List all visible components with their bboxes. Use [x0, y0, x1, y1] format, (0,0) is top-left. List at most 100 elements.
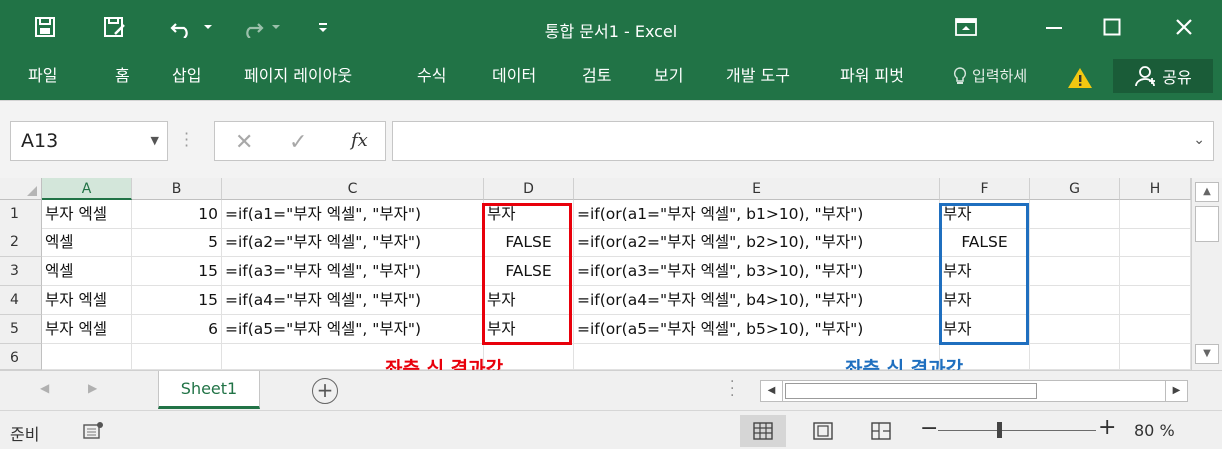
- row-header-5[interactable]: 5: [0, 315, 42, 344]
- cell-a1[interactable]: 부자 엑셀: [42, 200, 132, 229]
- zoom-slider[interactable]: [938, 430, 1096, 431]
- chevron-down-icon[interactable]: ▼: [151, 122, 159, 160]
- row-header-2[interactable]: 2: [0, 228, 42, 257]
- cell-h4[interactable]: [1120, 286, 1191, 315]
- cell-h6[interactable]: [1120, 344, 1191, 370]
- cell-b4[interactable]: 15: [132, 286, 222, 315]
- cell-d5[interactable]: 부자: [484, 315, 574, 344]
- tab-review[interactable]: 검토: [582, 60, 611, 92]
- tell-me-search[interactable]: 입력하세: [952, 60, 1027, 92]
- column-header-b[interactable]: B: [132, 178, 222, 200]
- cell-f2[interactable]: FALSE: [940, 228, 1030, 257]
- cell-d4[interactable]: 부자: [484, 286, 574, 315]
- zoom-in-button[interactable]: +: [1098, 415, 1116, 440]
- cell-h3[interactable]: [1120, 257, 1191, 286]
- scroll-up-icon[interactable]: ▲: [1195, 182, 1219, 202]
- cell-c2[interactable]: =if(a2="부자 엑셀", "부자"): [222, 228, 484, 257]
- close-icon[interactable]: [1164, 10, 1204, 44]
- cell-a5[interactable]: 부자 엑셀: [42, 315, 132, 344]
- cell-b1[interactable]: 10: [132, 200, 222, 229]
- cell-a3[interactable]: 엑셀: [42, 257, 132, 286]
- cell-f3[interactable]: 부자: [940, 257, 1030, 286]
- row-header-1[interactable]: 1: [0, 200, 42, 229]
- cell-h2[interactable]: [1120, 228, 1191, 257]
- column-header-a[interactable]: A: [42, 178, 132, 200]
- cell-f4[interactable]: 부자: [940, 286, 1030, 315]
- minimize-icon[interactable]: [1034, 10, 1074, 44]
- scroll-down-icon[interactable]: ▼: [1195, 344, 1219, 364]
- cell-a4[interactable]: 부자 엑셀: [42, 286, 132, 315]
- tab-insert[interactable]: 삽입: [172, 60, 201, 92]
- cancel-icon[interactable]: ✕: [235, 130, 253, 155]
- cell-b2[interactable]: 5: [132, 228, 222, 257]
- row-header-4[interactable]: 4: [0, 286, 42, 315]
- macro-recording-icon[interactable]: [82, 421, 104, 441]
- cell-f5[interactable]: 부자: [940, 315, 1030, 344]
- cell-g4[interactable]: [1030, 286, 1120, 315]
- cell-e2[interactable]: =if(or(a2="부자 엑셀", b2>10), "부자"): [574, 228, 940, 257]
- cell-g5[interactable]: [1030, 315, 1120, 344]
- cell-c3[interactable]: =if(a3="부자 엑셀", "부자"): [222, 257, 484, 286]
- cell-b5[interactable]: 6: [132, 315, 222, 344]
- cell-b6[interactable]: [132, 344, 222, 370]
- scroll-thumb[interactable]: [1195, 206, 1219, 242]
- row-header-6[interactable]: 6: [0, 344, 42, 370]
- column-header-d[interactable]: D: [484, 178, 574, 200]
- cell-c4[interactable]: =if(a4="부자 엑셀", "부자"): [222, 286, 484, 315]
- page-break-preview-icon[interactable]: [858, 415, 904, 447]
- tab-data[interactable]: 데이터: [492, 60, 536, 92]
- horizontal-scrollbar[interactable]: ◀ ▶: [760, 380, 1188, 402]
- enter-icon[interactable]: ✓: [289, 130, 307, 155]
- cell-h5[interactable]: [1120, 315, 1191, 344]
- tab-home[interactable]: 홈: [115, 60, 130, 92]
- maximize-icon[interactable]: [1092, 10, 1132, 44]
- normal-view-icon[interactable]: [740, 415, 786, 447]
- cell-g6[interactable]: [1030, 344, 1120, 370]
- cell-e4[interactable]: =if(or(a4="부자 엑셀", b4>10), "부자"): [574, 286, 940, 315]
- cell-e5[interactable]: =if(or(a5="부자 엑셀", b5>10), "부자"): [574, 315, 940, 344]
- zoom-slider-thumb[interactable]: [997, 422, 1003, 438]
- cell-e1[interactable]: =if(or(a1="부자 엑셀", b1>10), "부자"): [574, 200, 940, 229]
- vertical-scrollbar[interactable]: ▲ ▼: [1191, 178, 1222, 370]
- cell-d2[interactable]: FALSE: [484, 228, 574, 257]
- select-all-button[interactable]: [0, 178, 42, 200]
- column-header-f[interactable]: F: [940, 178, 1030, 200]
- column-header-e[interactable]: E: [574, 178, 940, 200]
- tab-formulas[interactable]: 수식: [417, 60, 446, 92]
- row-header-3[interactable]: 3: [0, 257, 42, 286]
- page-layout-view-icon[interactable]: [800, 415, 846, 447]
- scroll-tabs-right-icon[interactable]: ▶: [88, 381, 97, 395]
- share-button[interactable]: 공유: [1113, 59, 1213, 93]
- formula-input[interactable]: ⌄: [392, 121, 1214, 161]
- tab-file[interactable]: 파일: [28, 60, 57, 92]
- tab-view[interactable]: 보기: [654, 60, 683, 92]
- ribbon-display-options-icon[interactable]: [946, 10, 986, 44]
- cell-d1[interactable]: 부자: [484, 200, 574, 229]
- cell-h1[interactable]: [1120, 200, 1191, 229]
- column-header-g[interactable]: G: [1030, 178, 1120, 200]
- cell-d3[interactable]: FALSE: [484, 257, 574, 286]
- add-sheet-icon[interactable]: +: [312, 378, 338, 404]
- cell-c5[interactable]: =if(a5="부자 엑셀", "부자"): [222, 315, 484, 344]
- cell-a6[interactable]: [42, 344, 132, 370]
- warning-icon[interactable]: [1067, 66, 1095, 90]
- cell-c1[interactable]: =if(a1="부자 엑셀", "부자"): [222, 200, 484, 229]
- scroll-left-icon[interactable]: ◀: [761, 381, 783, 401]
- cell-e3[interactable]: =if(or(a3="부자 엑셀", b3>10), "부자"): [574, 257, 940, 286]
- tab-developer[interactable]: 개발 도구: [726, 60, 790, 92]
- insert-function-button[interactable]: fx: [351, 130, 368, 151]
- cell-a2[interactable]: 엑셀: [42, 228, 132, 257]
- cell-b3[interactable]: 15: [132, 257, 222, 286]
- scroll-right-icon[interactable]: ▶: [1165, 381, 1187, 401]
- split-handle-icon[interactable]: · · ·: [730, 375, 734, 403]
- zoom-level[interactable]: 80 %: [1134, 421, 1175, 440]
- column-header-h[interactable]: H: [1120, 178, 1191, 200]
- cell-g2[interactable]: [1030, 228, 1120, 257]
- column-header-c[interactable]: C: [222, 178, 484, 200]
- cell-g1[interactable]: [1030, 200, 1120, 229]
- tab-power-pivot[interactable]: 파워 피벗: [840, 60, 904, 92]
- horizontal-scroll-thumb[interactable]: [785, 383, 1037, 399]
- tab-page-layout[interactable]: 페이지 레이아웃: [244, 60, 352, 92]
- name-box[interactable]: A13 ▼: [10, 121, 168, 161]
- expand-formula-bar-icon[interactable]: ⌄: [1193, 132, 1205, 148]
